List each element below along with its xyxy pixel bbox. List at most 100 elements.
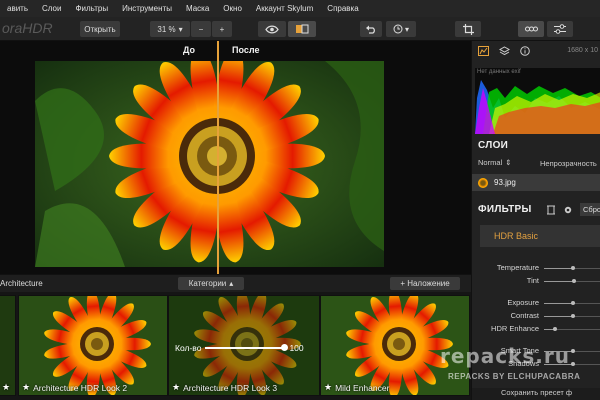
open-button[interactable]: Открыть xyxy=(80,21,120,37)
menu-item-filters[interactable]: Фильтры xyxy=(68,4,115,13)
slider-label: Tint xyxy=(526,276,539,285)
preset-thumbnails: ★ ★ Architecture HDR Look 2 ★ Architectu… xyxy=(0,292,471,400)
histogram-tab-icon[interactable] xyxy=(478,46,489,56)
layers-tab-icon[interactable] xyxy=(499,46,510,56)
menu-item-help[interactable]: Справка xyxy=(320,4,365,13)
slider-knob[interactable] xyxy=(570,314,575,318)
reset-button[interactable]: Сбро xyxy=(580,203,600,216)
star-icon[interactable]: ★ xyxy=(22,382,30,393)
star-icon[interactable]: ★ xyxy=(2,382,10,393)
slider-track[interactable] xyxy=(544,327,600,331)
compare-split-button[interactable] xyxy=(288,21,316,37)
filters-title: ФИЛЬТРЫ xyxy=(478,204,532,215)
blend-mode-select[interactable]: Normal ⇕ xyxy=(478,158,511,167)
slider-track[interactable] xyxy=(544,279,600,283)
before-label: До xyxy=(183,45,196,55)
chevron-down-icon: ▾ xyxy=(404,24,409,34)
slider-label: HDR Enhance xyxy=(491,324,539,333)
image-canvas[interactable]: До После xyxy=(0,41,471,274)
watermark-text: repacks.ru xyxy=(440,344,570,368)
zoom-out-button[interactable]: − xyxy=(191,21,211,37)
photo-preview xyxy=(35,61,384,267)
filter-panel-toggle[interactable] xyxy=(518,21,544,37)
histogram-graph xyxy=(475,80,600,134)
gear-icon[interactable] xyxy=(563,205,573,215)
slider-track[interactable] xyxy=(544,314,600,318)
slider-exposure[interactable]: Exposure xyxy=(472,298,600,308)
menu-item-mask[interactable]: Маска xyxy=(179,4,216,13)
menu-item-edit[interactable]: авить xyxy=(0,4,35,13)
menu-item-window[interactable]: Окно xyxy=(216,4,249,13)
histogram: Нет данных exif xyxy=(475,68,600,134)
undo-button[interactable] xyxy=(360,21,382,37)
amount-slider[interactable]: Кол-во 100 xyxy=(175,339,320,357)
filter-strip-header: Architecture Категории ▴ + Наложение xyxy=(0,274,471,292)
slider-label: Contrast xyxy=(510,311,539,320)
menu-bar: авить Слои Фильтры Инструменты Маска Окн… xyxy=(0,0,600,17)
zoom-select[interactable]: 31 % ▾ xyxy=(150,21,190,37)
adjust-panel-toggle[interactable] xyxy=(547,21,573,37)
preset-thumbnail[interactable]: ★ xyxy=(0,295,16,396)
history-button[interactable]: ▾ xyxy=(386,21,416,37)
slider-track[interactable] xyxy=(544,266,600,270)
filter-header-hdr-basic[interactable]: HDR Basic xyxy=(480,225,600,247)
menu-item-account[interactable]: Аккаунт Skylum xyxy=(249,4,320,13)
slider-tint[interactable]: Tint xyxy=(472,276,600,286)
slider-label: Exposure xyxy=(507,298,539,307)
mask-icon[interactable] xyxy=(546,205,556,215)
slider-knob[interactable] xyxy=(570,362,575,366)
slider-knob[interactable] xyxy=(570,349,575,353)
menu-item-layers[interactable]: Слои xyxy=(35,4,68,13)
thumbnail-title: Mild Enhancer xyxy=(335,382,390,393)
preview-eye-button[interactable] xyxy=(258,21,286,37)
slider-contrast[interactable]: Contrast xyxy=(472,311,600,321)
slider-fill xyxy=(544,281,574,282)
chevron-up-icon: ▴ xyxy=(229,279,234,288)
thumbnail-image xyxy=(19,296,167,395)
slider-fill xyxy=(544,303,573,304)
slider-fill xyxy=(544,316,573,317)
categories-label: Категории xyxy=(188,279,227,288)
slider-hdr-enhance[interactable]: HDR Enhance xyxy=(472,324,600,334)
slider-knob[interactable] xyxy=(570,266,575,270)
thumbnail-label: ★ Architecture HDR Look 2 xyxy=(22,382,127,393)
toolbar: oraHDR Открыть 31 % ▾ − + ▾ xyxy=(0,17,600,41)
blend-mode-value: Normal xyxy=(478,158,503,167)
crop-icon xyxy=(462,23,474,35)
chevron-down-icon: ▾ xyxy=(178,24,183,34)
zoom-in-button[interactable]: + xyxy=(212,21,232,37)
amount-track[interactable] xyxy=(205,344,289,351)
amount-value: 100 xyxy=(289,343,304,353)
slider-temperature[interactable]: Temperature xyxy=(472,263,600,273)
slider-track[interactable] xyxy=(544,301,600,305)
menu-item-tools[interactable]: Инструменты xyxy=(115,4,179,13)
star-icon[interactable]: ★ xyxy=(324,382,332,393)
thumbnail-label: ★ Architecture HDR Look 3 xyxy=(172,382,277,393)
save-preset-button[interactable]: Сохранить пресет ф xyxy=(472,388,600,400)
layer-name: 93.jpg xyxy=(494,178,516,187)
layers-title: СЛОИ xyxy=(478,140,509,151)
preset-thumbnail[interactable]: ★ Architecture HDR Look 2 xyxy=(18,295,168,396)
sliders-icon xyxy=(554,24,566,34)
compare-split-handle[interactable] xyxy=(217,41,219,274)
slider-knob[interactable] xyxy=(570,301,575,305)
watermark-subtext: REPACKS BY ELCHUPACABRA xyxy=(448,372,581,381)
slider-knob[interactable] xyxy=(571,279,576,283)
opacity-label: Непрозрачность xyxy=(540,159,597,168)
info-icon[interactable] xyxy=(520,46,530,56)
eye-icon xyxy=(265,25,279,33)
flower-image xyxy=(35,61,384,267)
thumbnail-label: ★ xyxy=(2,382,10,393)
slider-knob[interactable] xyxy=(553,327,558,331)
star-icon[interactable]: ★ xyxy=(172,382,180,393)
thumbnail-title: Architecture HDR Look 3 xyxy=(183,382,278,393)
amount-knob[interactable] xyxy=(281,344,289,351)
slider-fill xyxy=(544,268,573,269)
filters-icon xyxy=(524,26,538,32)
crop-button[interactable] xyxy=(455,21,481,37)
clock-icon xyxy=(393,24,403,34)
categories-button[interactable]: Категории ▴ xyxy=(178,277,244,290)
layer-item[interactable]: 93.jpg xyxy=(472,174,600,191)
overlay-button[interactable]: + Наложение xyxy=(390,277,460,290)
app-logo: oraHDR xyxy=(2,20,53,36)
